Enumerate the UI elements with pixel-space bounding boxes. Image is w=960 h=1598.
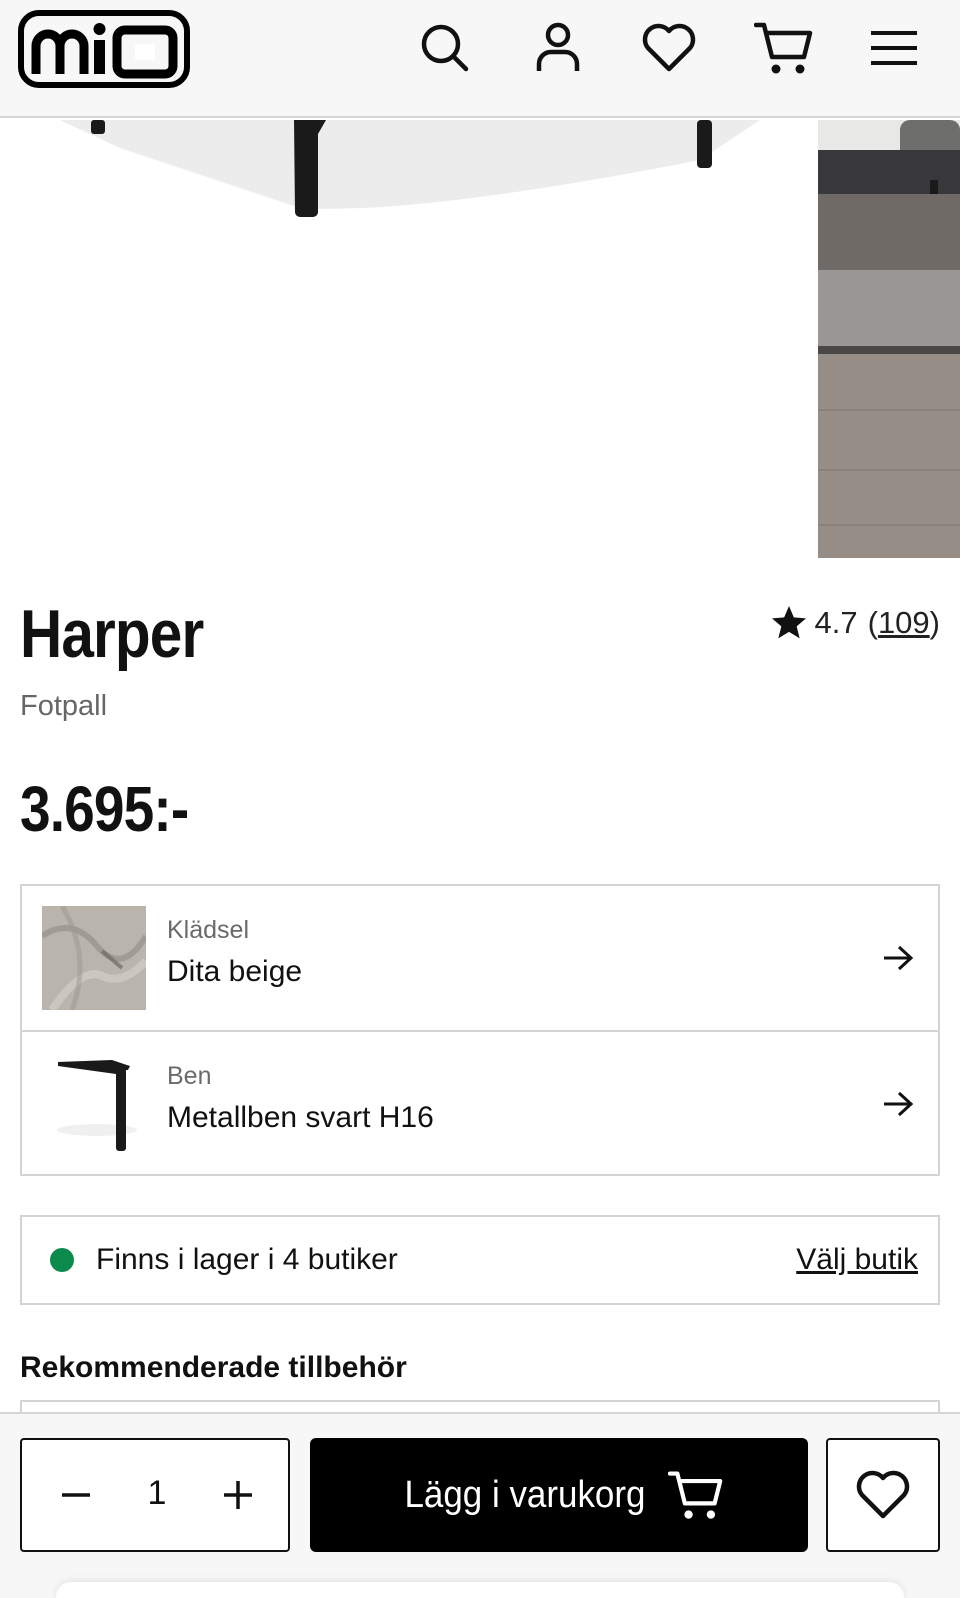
secondary-product-image[interactable] <box>818 120 960 558</box>
site-header <box>0 0 960 118</box>
increase-quantity-button[interactable] <box>210 1467 266 1523</box>
account-icon[interactable] <box>526 16 590 80</box>
rating-paren-open: ( <box>867 605 878 640</box>
rating-value: 4.7 <box>814 605 858 640</box>
add-to-cart-button[interactable]: Lägg i varukorg <box>310 1438 808 1552</box>
sticky-cart-bar: 1 Lägg i varukorg <box>0 1412 960 1598</box>
menu-icon[interactable] <box>862 16 926 80</box>
review-count-link[interactable]: 109 <box>878 605 930 641</box>
quantity-stepper: 1 <box>20 1438 290 1552</box>
in-stock-indicator <box>50 1248 74 1272</box>
recommended-accessories-heading: Rekommenderade tillbehör <box>20 1351 407 1384</box>
option-legs[interactable]: Ben Metallben svart H16 <box>22 1030 938 1174</box>
stock-text: Finns i lager i 4 butiker <box>96 1243 398 1276</box>
product-rating[interactable]: 4.7 ( 109 ) <box>769 603 940 643</box>
option-value: Dita beige <box>167 955 303 988</box>
browser-bottom-bar <box>56 1582 904 1598</box>
product-price: 3.695:- <box>20 773 189 845</box>
star-icon <box>769 603 809 643</box>
decrease-quantity-button[interactable] <box>48 1467 104 1523</box>
option-value: Metallben svart H16 <box>167 1101 434 1134</box>
add-to-cart-label: Lägg i varukorg <box>404 1473 646 1516</box>
choose-store-link[interactable]: Välj butik <box>796 1243 918 1277</box>
heart-icon <box>855 1470 911 1520</box>
fabric-swatch-thumbnail <box>40 904 149 1013</box>
search-icon[interactable] <box>413 16 477 80</box>
quantity-value[interactable]: 1 <box>122 1474 192 1513</box>
cart-icon[interactable] <box>752 16 816 80</box>
option-label: Ben <box>167 1062 212 1090</box>
cart-icon <box>667 1468 724 1522</box>
arrow-right-icon <box>880 940 916 976</box>
arrow-right-icon <box>880 1086 916 1122</box>
product-options: Klädsel Dita beige Ben Metallben svart H… <box>20 884 940 1176</box>
mio-logo[interactable] <box>18 10 192 90</box>
option-label: Klädsel <box>167 916 249 944</box>
leg-thumbnail <box>42 1052 146 1156</box>
product-image-gallery[interactable] <box>0 120 960 558</box>
add-to-wishlist-button[interactable] <box>826 1438 940 1552</box>
product-title: Harper <box>20 596 204 672</box>
stock-status-box: Finns i lager i 4 butiker Välj butik <box>20 1215 940 1305</box>
wishlist-icon[interactable] <box>637 16 701 80</box>
option-upholstery[interactable]: Klädsel Dita beige <box>22 886 938 1030</box>
product-category: Fotpall <box>20 690 108 722</box>
product-image <box>60 120 960 558</box>
rating-paren-close: ) <box>929 605 940 640</box>
